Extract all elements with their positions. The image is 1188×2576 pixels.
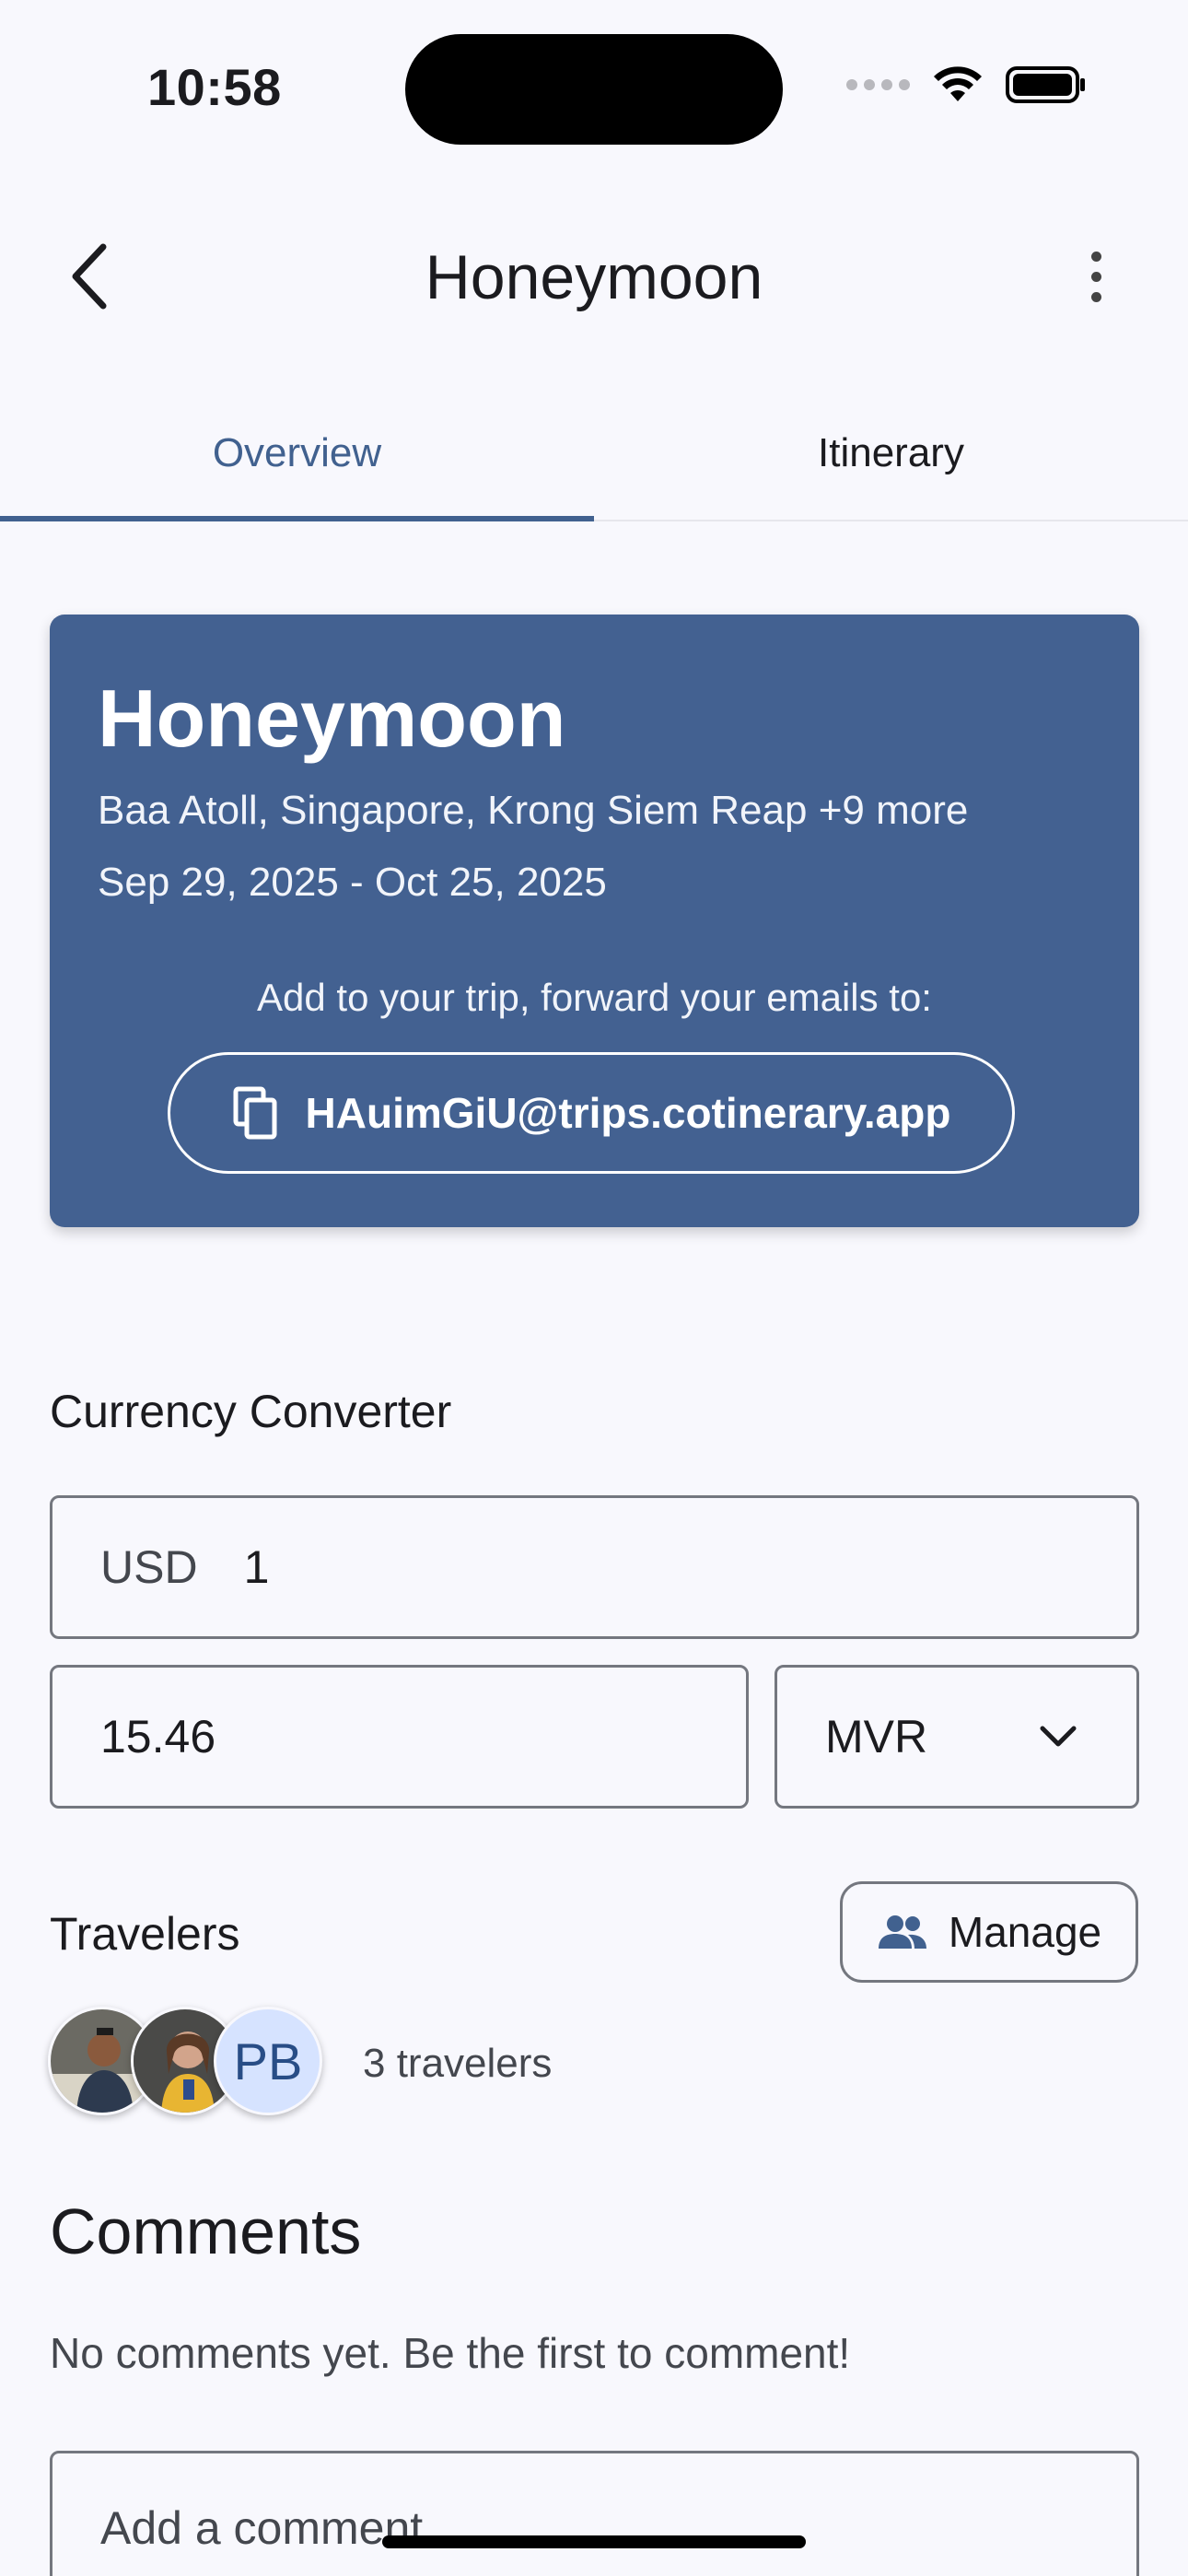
copy-icon bbox=[233, 1086, 277, 1140]
source-currency-code: USD bbox=[100, 1541, 198, 1593]
status-icons bbox=[846, 64, 1087, 105]
travelers-label: Travelers bbox=[50, 1908, 240, 1960]
status-time: 10:58 bbox=[147, 58, 282, 116]
page-title: Honeymoon bbox=[425, 242, 763, 312]
manage-button-label: Manage bbox=[948, 1908, 1102, 1956]
travelers-count: 3 travelers bbox=[363, 2041, 553, 2086]
target-currency-code: MVR bbox=[825, 1711, 928, 1762]
dynamic-island bbox=[405, 34, 783, 145]
trip-dates: Sep 29, 2025 - Oct 25, 2025 bbox=[98, 860, 607, 905]
avatar-initials: PB bbox=[214, 2007, 322, 2115]
more-vertical-icon[interactable] bbox=[1077, 244, 1114, 309]
comments-empty-text: No comments yet. Be the first to comment… bbox=[50, 2329, 851, 2377]
forward-email-hint: Add to your trip, forward your emails to… bbox=[257, 976, 932, 1019]
battery-icon bbox=[1006, 66, 1085, 103]
target-currency-select[interactable]: MVR bbox=[775, 1665, 1139, 1809]
source-amount-value: 1 bbox=[243, 1541, 270, 1593]
converted-amount-value: 15.46 bbox=[100, 1711, 216, 1762]
tab-itinerary[interactable]: Itinerary bbox=[594, 387, 1188, 520]
currency-converter-label: Currency Converter bbox=[50, 1386, 452, 1437]
tab-overview[interactable]: Overview bbox=[0, 387, 594, 521]
wifi-icon bbox=[934, 66, 982, 101]
trip-destinations: Baa Atoll, Singapore, Krong Siem Reap +9… bbox=[98, 788, 969, 833]
home-indicator bbox=[382, 2535, 806, 2548]
manage-travelers-button[interactable]: Manage bbox=[840, 1881, 1138, 1983]
forward-email-address: HAuimGiU@trips.cotinerary.app bbox=[305, 1089, 951, 1137]
comment-input[interactable]: Add a comment bbox=[50, 2451, 1139, 2576]
group-icon bbox=[878, 1915, 926, 1949]
traveler-avatars[interactable]: PB bbox=[48, 2007, 352, 2117]
chevron-down-icon bbox=[1040, 1726, 1077, 1747]
tab-bar: Overview Itinerary bbox=[0, 387, 1188, 521]
converted-amount-field[interactable]: 15.46 bbox=[50, 1665, 749, 1809]
cellular-signal-icon bbox=[846, 79, 910, 90]
copy-email-button[interactable]: HAuimGiU@trips.cotinerary.app bbox=[168, 1052, 1015, 1174]
screen: 10:58 Honeymoon Overview Itinerary Honey… bbox=[0, 0, 1188, 2576]
trip-summary-card: Honeymoon Baa Atoll, Singapore, Krong Si… bbox=[50, 615, 1139, 1227]
comments-heading: Comments bbox=[50, 2195, 362, 2267]
source-amount-field[interactable]: USD 1 bbox=[50, 1495, 1139, 1639]
trip-title: Honeymoon bbox=[98, 673, 566, 764]
